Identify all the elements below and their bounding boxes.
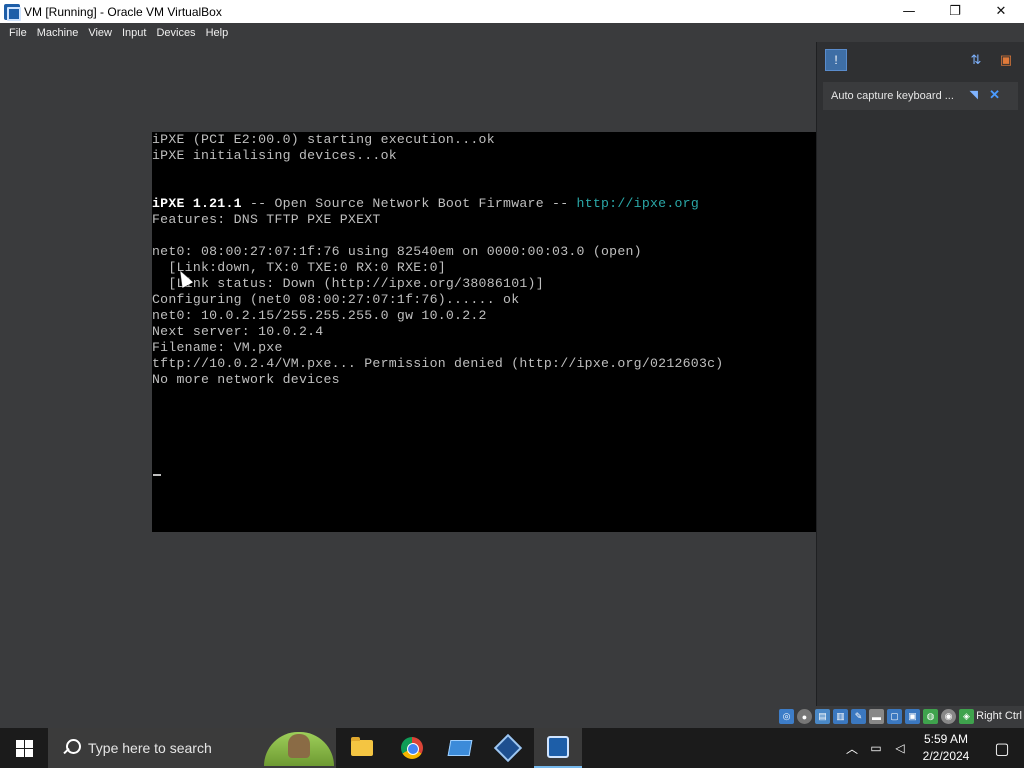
terminal-line: net0: 10.0.2.15/255.255.255.0 gw 10.0.2.… [152, 308, 487, 323]
banner-middle: -- Open Source Network Boot Firmware -- [241, 196, 577, 211]
hard-disk-icon[interactable]: ◎ [779, 709, 794, 724]
shared-folders-icon[interactable]: ▬ [869, 709, 884, 724]
terminal-line: Filename: VM.pxe [152, 340, 283, 355]
maximize-button[interactable]: ❐ [932, 0, 978, 23]
taskbar-search[interactable]: Type here to search [48, 728, 336, 768]
menu-bar: File Machine View Input Devices Help [0, 23, 1024, 42]
terminal-line: Next server: 10.0.2.4 [152, 324, 324, 339]
action-center-icon[interactable]: ▢ [980, 728, 1024, 768]
notification-item[interactable]: Auto capture keyboard ... ◥ ✕ [823, 82, 1018, 110]
title-bar: VM [Running] - Oracle VM VirtualBox — ❐ … [0, 0, 1024, 23]
banner-version: iPXE 1.21.1 [152, 196, 242, 211]
minimize-button[interactable]: — [886, 0, 932, 23]
chrome-button[interactable] [388, 728, 436, 768]
panel-actions: ⇅ ▣ [966, 50, 1016, 70]
vm-icon [547, 736, 569, 758]
menu-input[interactable]: Input [117, 27, 151, 39]
menu-file[interactable]: File [4, 27, 32, 39]
menu-view[interactable]: View [83, 27, 117, 39]
terminal-line: [Link status: Down (http://ipxe.org/3808… [152, 276, 544, 291]
window-controls: — ❐ ✕ [886, 0, 1024, 23]
status-icons: ◎ ● ▤ ▥ ✎ ▬ ▢ ▣ ◍ ◉ ◈ [779, 709, 974, 724]
window-title: VM [Running] - Oracle VM VirtualBox [24, 4, 222, 19]
usb-icon[interactable]: ✎ [851, 709, 866, 724]
search-placeholder: Type here to search [88, 740, 212, 756]
terminal-line: Configuring (net0 08:00:27:07:1f:76)....… [152, 292, 520, 307]
network-icon[interactable]: ▥ [833, 709, 848, 724]
terminal-cursor [153, 474, 161, 476]
panel-toolbar: ! ⇅ ▣ [817, 42, 1024, 78]
terminal-line: tftp://10.0.2.4/VM.pxe... Permission den… [152, 356, 724, 371]
terminal-line: No more network devices [152, 372, 340, 387]
app-icon [447, 740, 473, 756]
vm-screen[interactable]: iPXE (PCI E2:00.0) starting execution...… [152, 132, 816, 532]
cpu-icon[interactable]: ◉ [941, 709, 956, 724]
message-icon[interactable]: ! [825, 49, 847, 71]
menu-devices[interactable]: Devices [151, 27, 200, 39]
guest-additions-icon[interactable]: ◍ [923, 709, 938, 724]
sort-icon[interactable]: ⇅ [966, 50, 986, 70]
mouse-integration-icon[interactable]: ◈ [959, 709, 974, 724]
app-button[interactable] [436, 728, 484, 768]
terminal-line: iPXE (PCI E2:00.0) starting execution...… [152, 132, 495, 147]
cube-icon [493, 733, 523, 763]
start-button[interactable] [0, 728, 48, 768]
terminal-line: [Link:down, TX:0 TXE:0 RX:0 RXE:0] [152, 260, 446, 275]
clock-date: 2/2/2024 [922, 749, 970, 763]
clock-time: 5:59 AM [923, 732, 969, 746]
optical-drive-icon[interactable]: ● [797, 709, 812, 724]
file-explorer-button[interactable] [338, 728, 386, 768]
network-tray-icon[interactable]: ▭ [864, 741, 888, 755]
pin-icon[interactable]: ◥ [970, 88, 978, 101]
terminal-line: iPXE initialising devices...ok [152, 148, 397, 163]
banner-link: http://ipxe.org [576, 196, 699, 211]
chevron-up-icon[interactable]: ︿ [840, 740, 864, 757]
search-highlight-image [264, 732, 334, 766]
system-tray: ︿ ▭ ◁ 5:59 AM 2/2/2024 ▢ [840, 728, 1024, 768]
search-icon [62, 739, 81, 757]
folder-icon [351, 737, 373, 756]
video-capture-icon[interactable]: ▣ [905, 709, 920, 724]
terminal-banner: iPXE 1.21.1 -- Open Source Network Boot … [152, 196, 816, 212]
audio-icon[interactable]: ▤ [815, 709, 830, 724]
chrome-icon [401, 737, 423, 759]
host-key-label: Right Ctrl [976, 710, 1022, 722]
vm-window-button[interactable] [534, 728, 582, 768]
virtualbox-manager-button[interactable] [484, 728, 532, 768]
notification-panel: ! ⇅ ▣ Auto capture keyboard ... ◥ ✕ [816, 42, 1024, 706]
volume-muted-icon[interactable]: ◁ [888, 741, 912, 755]
display-icon[interactable]: ▢ [887, 709, 902, 724]
taskbar: Type here to search ︿ ▭ ◁ 5:59 AM 2/2/20… [0, 728, 1024, 768]
clock[interactable]: 5:59 AM 2/2/2024 [912, 731, 980, 765]
close-notification-icon[interactable]: ✕ [989, 87, 1000, 103]
menu-help[interactable]: Help [201, 27, 234, 39]
windows-icon [15, 739, 33, 757]
close-button[interactable]: ✕ [978, 0, 1024, 23]
notification-text: Auto capture keyboard ... [831, 90, 954, 102]
virtualbox-icon [4, 3, 21, 21]
terminal-line: Features: DNS TFTP PXE PXEXT [152, 212, 381, 227]
settings-icon[interactable]: ▣ [996, 50, 1016, 70]
terminal-line: net0: 08:00:27:07:1f:76 using 82540em on… [152, 244, 642, 259]
menu-machine[interactable]: Machine [32, 27, 84, 39]
status-bar: ◎ ● ▤ ▥ ✎ ▬ ▢ ▣ ◍ ◉ ◈ Right Ctrl [0, 706, 1024, 728]
